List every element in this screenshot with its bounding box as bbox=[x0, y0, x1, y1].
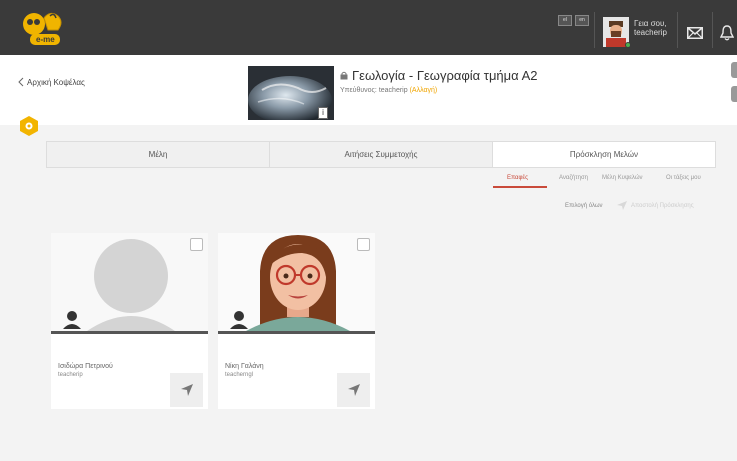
subtab-contacts[interactable]: Επαφές bbox=[507, 175, 528, 181]
lock-icon bbox=[340, 71, 348, 80]
member-name: Νίκη Γαλάνη bbox=[225, 363, 264, 370]
back-link-label: Αρχική Κοψέλας bbox=[27, 77, 85, 87]
change-owner-link[interactable]: (Αλλαγή) bbox=[410, 87, 438, 94]
back-link[interactable]: Αρχική Κοψέλας bbox=[18, 77, 85, 87]
person-icon bbox=[63, 310, 83, 335]
side-toggle-button[interactable] bbox=[731, 62, 737, 78]
active-subtab-underline bbox=[493, 186, 547, 188]
lang-button-en[interactable]: en bbox=[575, 15, 589, 26]
send-invite-card-button[interactable] bbox=[170, 373, 203, 407]
e-me-logo[interactable]: e-me bbox=[20, 8, 72, 48]
divider bbox=[594, 12, 595, 48]
paper-plane-icon bbox=[180, 384, 193, 396]
group-title: Γεωλογία - Γεωγραφία τμήμα Α2 bbox=[340, 68, 537, 83]
settings-hex-icon[interactable] bbox=[19, 115, 39, 142]
chevron-left-icon bbox=[18, 77, 24, 87]
username-text: teacherip bbox=[634, 28, 667, 37]
divider bbox=[677, 12, 678, 48]
select-all-link[interactable]: Επιλογή όλων bbox=[565, 203, 603, 209]
select-checkbox[interactable] bbox=[357, 238, 370, 251]
top-bar: e-me el en Γεια σου, teacherip bbox=[0, 0, 737, 55]
tab-invite-members[interactable]: Πρόσκληση Μελών bbox=[493, 142, 715, 167]
member-username: teacherngl bbox=[225, 372, 254, 378]
logo-text: e-me bbox=[36, 35, 55, 44]
select-checkbox[interactable] bbox=[190, 238, 203, 251]
subtab-hive-members[interactable]: Μέλη Κυψελών bbox=[602, 175, 643, 181]
online-status-dot bbox=[625, 42, 631, 48]
side-edit-button[interactable] bbox=[731, 86, 737, 102]
user-greeting[interactable]: Γεια σου, teacherip bbox=[634, 19, 667, 37]
send-invite-card-button[interactable] bbox=[337, 373, 370, 407]
group-title-text: Γεωλογία - Γεωγραφία τμήμα Α2 bbox=[352, 68, 538, 83]
info-button[interactable]: i bbox=[318, 107, 328, 119]
section-tabs: Μέλη Αιτήσεις Συμμετοχής Πρόσκληση Μελών bbox=[46, 141, 716, 168]
member-card: Νίκη Γαλάνη teacherngl bbox=[218, 233, 375, 409]
envelope-icon[interactable] bbox=[687, 26, 703, 44]
owner-text: Υπεύθυνος: teacherip bbox=[340, 87, 408, 94]
send-invite-button[interactable]: Αποστολή Πρόσκλησης bbox=[617, 201, 694, 210]
subtab-search[interactable]: Αναζήτηση bbox=[559, 175, 588, 181]
member-username: teacherip bbox=[58, 372, 83, 378]
subtab-my-classes[interactable]: Οι τάξεις μου bbox=[666, 175, 701, 181]
bell-icon[interactable] bbox=[719, 25, 735, 46]
member-card: Ισιδώρα Πετρινού teacherip bbox=[51, 233, 208, 409]
paper-plane-icon bbox=[617, 201, 627, 210]
divider bbox=[712, 12, 713, 48]
paper-plane-icon bbox=[347, 384, 360, 396]
greeting-text: Γεια σου, bbox=[634, 19, 667, 28]
lang-button-el[interactable]: el bbox=[558, 15, 572, 26]
member-name: Ισιδώρα Πετρινού bbox=[58, 363, 113, 370]
person-icon bbox=[230, 310, 250, 335]
tab-members[interactable]: Μέλη bbox=[47, 142, 270, 167]
tab-join-requests[interactable]: Αιτήσεις Συμμετοχής bbox=[270, 142, 493, 167]
group-owner: Υπεύθυνος: teacherip (Αλλαγή) bbox=[340, 87, 437, 94]
send-invite-label: Αποστολή Πρόσκλησης bbox=[631, 202, 694, 209]
